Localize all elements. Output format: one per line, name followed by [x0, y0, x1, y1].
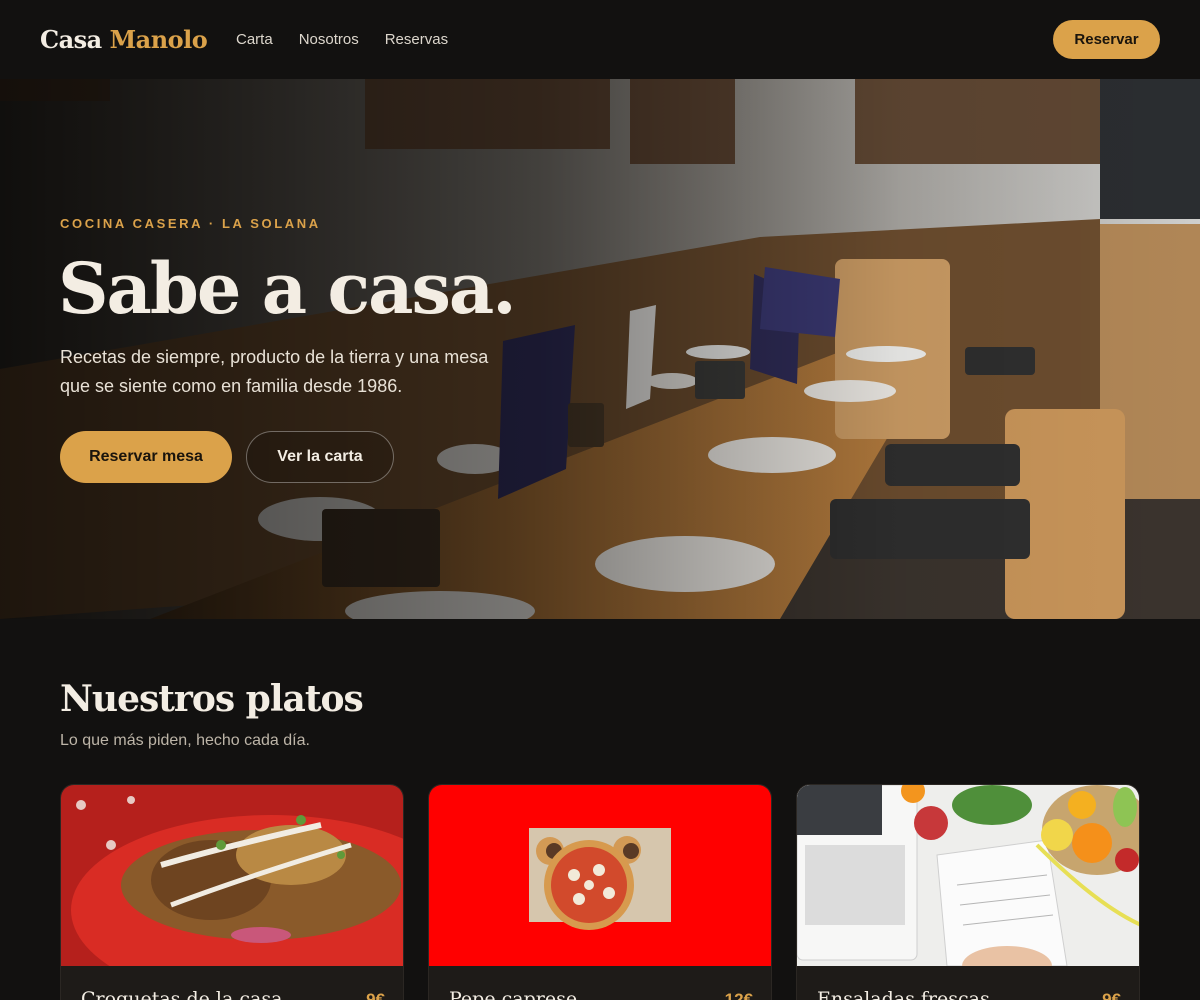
dish-image-ensaladas — [797, 785, 1139, 966]
view-menu-button[interactable]: Ver la carta — [246, 431, 394, 483]
nav-link-carta[interactable]: Carta — [236, 30, 273, 50]
dish-image-croquetas — [61, 785, 403, 966]
top-nav: Casa Manolo Carta Nosotros Reservas Rese… — [0, 0, 1200, 79]
dish-name: Pepe caprese — [449, 988, 578, 1000]
dish-card-croquetas[interactable]: Croquetas de la casa 9€ — [60, 784, 404, 1000]
section-subtitle: Lo que más piden, hecho cada día. — [60, 732, 310, 749]
dish-price: 9€ — [1102, 990, 1121, 1000]
dish-price: 12€ — [724, 990, 753, 1000]
hero-title: Sabe a casa. — [58, 247, 517, 330]
nav-links: Carta Nosotros Reservas — [236, 30, 474, 50]
dish-name: Croquetas de la casa — [81, 988, 283, 1000]
dish-info: Ensaladas frescas 9€ — [797, 966, 1139, 1000]
hero-eyebrow: COCINA CASERA · LA SOLANA — [60, 216, 321, 231]
hero-section: COCINA CASERA · LA SOLANA Sabe a casa. R… — [0, 79, 1200, 619]
nav-link-nosotros[interactable]: Nosotros — [299, 30, 359, 50]
brand-logo[interactable]: Casa Manolo — [40, 25, 208, 55]
dish-info: Pepe caprese 12€ — [429, 966, 771, 1000]
brand-name-part2: Manolo — [109, 25, 208, 54]
brand-name-part1: Casa — [40, 25, 102, 54]
dish-price: 9€ — [366, 990, 385, 1000]
dish-image-pizza — [429, 785, 771, 966]
reserve-table-button[interactable]: Reservar mesa — [60, 431, 232, 483]
dish-name: Ensaladas frescas — [817, 988, 990, 1000]
section-title: Nuestros platos — [60, 678, 364, 720]
dish-card-ensaladas[interactable]: Ensaladas frescas 9€ — [796, 784, 1140, 1000]
reserve-button[interactable]: Reservar — [1053, 20, 1160, 59]
dish-card-pepe-caprese[interactable]: Pepe caprese 12€ — [428, 784, 772, 1000]
dish-info: Croquetas de la casa 9€ — [61, 966, 403, 1000]
hero-subtitle: Recetas de siempre, producto de la tierr… — [60, 347, 489, 396]
nav-link-reservas[interactable]: Reservas — [385, 30, 448, 50]
